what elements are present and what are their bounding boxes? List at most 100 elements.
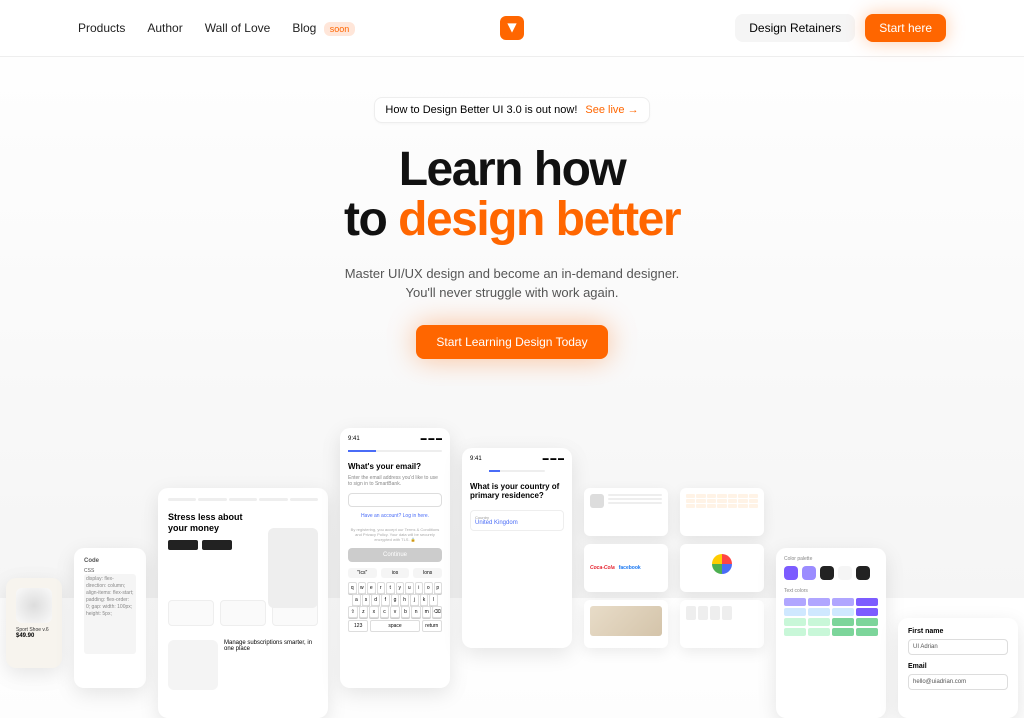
grid-swatch (784, 598, 806, 606)
nav-wall-of-love[interactable]: Wall of Love (205, 21, 271, 35)
swatch (784, 566, 798, 580)
keyboard-spacebar: 123 space return (348, 620, 442, 632)
mockup-cards-column-a: Coca-Cola facebook (584, 488, 668, 688)
keyboard-row1: qwertyuiop (348, 582, 442, 594)
swatches (784, 566, 878, 580)
nav-blog[interactable]: Blog soon (292, 21, 355, 36)
color-grid (784, 598, 878, 636)
header: Products Author Wall of Love Blog soon D… (0, 0, 1024, 57)
start-here-button[interactable]: Start here (865, 14, 946, 42)
swatch (820, 566, 834, 580)
product-price: $49.90 (16, 633, 52, 639)
statusbar: 9:41▬ ▬ ▬ (470, 456, 564, 462)
headline-line1: Learn how (399, 143, 626, 196)
email-question: What's your email? (348, 462, 442, 471)
grid-swatch (784, 628, 806, 636)
pie-card (680, 544, 764, 592)
mockup-form: First name UI Adrian Email hello@uiadria… (898, 618, 1018, 718)
avatar-icon (590, 494, 604, 508)
pill-link[interactable]: See live → (585, 104, 638, 116)
topbar (168, 498, 318, 504)
progress-bar (348, 450, 442, 452)
terms-text: By registering, you accept our Terms & C… (348, 527, 442, 542)
mockup-color-palette: Color palette Text colors (776, 548, 886, 718)
calendar-card (680, 488, 764, 536)
soon-badge: soon (324, 22, 356, 36)
email-input (348, 493, 442, 507)
grid-swatch (832, 628, 854, 636)
headline-accent: design better (398, 193, 680, 246)
sub-line2: You'll never struggle with work again. (405, 285, 618, 300)
pie-chart-icon (712, 554, 732, 574)
logo-icon[interactable] (500, 16, 524, 40)
grid-swatch (832, 598, 854, 606)
palette-label: Color palette (784, 556, 878, 562)
grid-swatch (808, 608, 830, 616)
profile-card (584, 488, 668, 536)
people-card (680, 600, 764, 648)
grid-swatch (832, 618, 854, 626)
headline: Learn how to design better (0, 145, 1024, 246)
store-badges (168, 540, 251, 550)
mockup-finance-app: Stress less about your money Manage subs… (158, 488, 328, 718)
mockup-code-card: Code CSS display: flex-direction: column… (74, 548, 146, 688)
grid-swatch (856, 618, 878, 626)
nav-right: Design Retainers Start here (735, 14, 946, 42)
email-input: hello@uiadrian.com (908, 674, 1008, 690)
first-name-label: First name (908, 628, 1008, 635)
grid-swatch (808, 618, 830, 626)
brands-card: Coca-Cola facebook (584, 544, 668, 592)
section-label: Text colors (784, 588, 878, 594)
grid-swatch (784, 618, 806, 626)
grid-swatch (856, 608, 878, 616)
announcement-pill[interactable]: How to Design Better UI 3.0 is out now! … (374, 97, 649, 123)
shoe-image (16, 588, 52, 623)
facebook-logo: facebook (619, 565, 641, 571)
grid-swatch (856, 628, 878, 636)
interior-card (584, 600, 668, 648)
mockup-email-form: 9:41▬ ▬ ▬ What's your email? Enter the e… (340, 428, 450, 688)
nav-author[interactable]: Author (147, 21, 182, 35)
calendar-grid (686, 494, 758, 508)
subheading: Master UI/UX design and become an in-dem… (0, 264, 1024, 303)
country-field: Country United Kingdom (470, 510, 564, 531)
finance-title: Stress less about your money (168, 512, 251, 534)
people-row (686, 606, 758, 620)
grid-swatch (808, 628, 830, 636)
mockup-product-card: Sport Shoe v.6 $49.90 (6, 578, 62, 668)
code-block: display: flex-direction: column; align-i… (84, 574, 136, 654)
swatch (838, 566, 852, 580)
email-hint: Enter the email address you'd like to us… (348, 475, 442, 487)
headline-line2a: to (344, 193, 398, 246)
country-value: United Kingdom (475, 520, 559, 526)
hero: How to Design Better UI 3.0 is out now! … (0, 57, 1024, 359)
nav-products[interactable]: Products (78, 21, 125, 35)
mockup-cards-column-b (680, 488, 764, 668)
code-title: Code (84, 558, 136, 564)
continue-button: Continue (348, 548, 442, 562)
sub-line1: Master UI/UX design and become an in-dem… (345, 266, 680, 281)
coke-logo: Coca-Cola (590, 565, 615, 571)
pill-text: How to Design Better UI 3.0 is out now! (385, 104, 577, 116)
mockups-row: Sport Shoe v.6 $49.90 Code CSS display: … (0, 428, 1024, 718)
keyboard-row3: ⇧zxcvbnm⌫ (348, 606, 442, 618)
phone-preview (268, 528, 318, 608)
statusbar: 9:41▬ ▬ ▬ (348, 436, 442, 442)
grid-swatch (832, 608, 854, 616)
swatch (856, 566, 870, 580)
nav-left: Products Author Wall of Love Blog soon (78, 21, 355, 36)
cta-button[interactable]: Start Learning Design Today (416, 325, 607, 359)
grid-swatch (784, 608, 806, 616)
design-retainers-button[interactable]: Design Retainers (735, 14, 855, 42)
finance-bottom: Manage subscriptions smarter, in one pla… (168, 640, 318, 690)
swatch (802, 566, 816, 580)
country-question: What is your country of primary residenc… (470, 482, 564, 500)
interior-image (590, 606, 662, 636)
first-name-input: UI Adrian (908, 639, 1008, 655)
email-label: Email (908, 663, 1008, 670)
keyboard-row2: asdfghjkl (348, 594, 442, 606)
progress-bar (489, 470, 545, 472)
grid-swatch (808, 598, 830, 606)
keyboard-suggestions: "Ics" ios lons (348, 568, 442, 578)
grid-swatch (856, 598, 878, 606)
